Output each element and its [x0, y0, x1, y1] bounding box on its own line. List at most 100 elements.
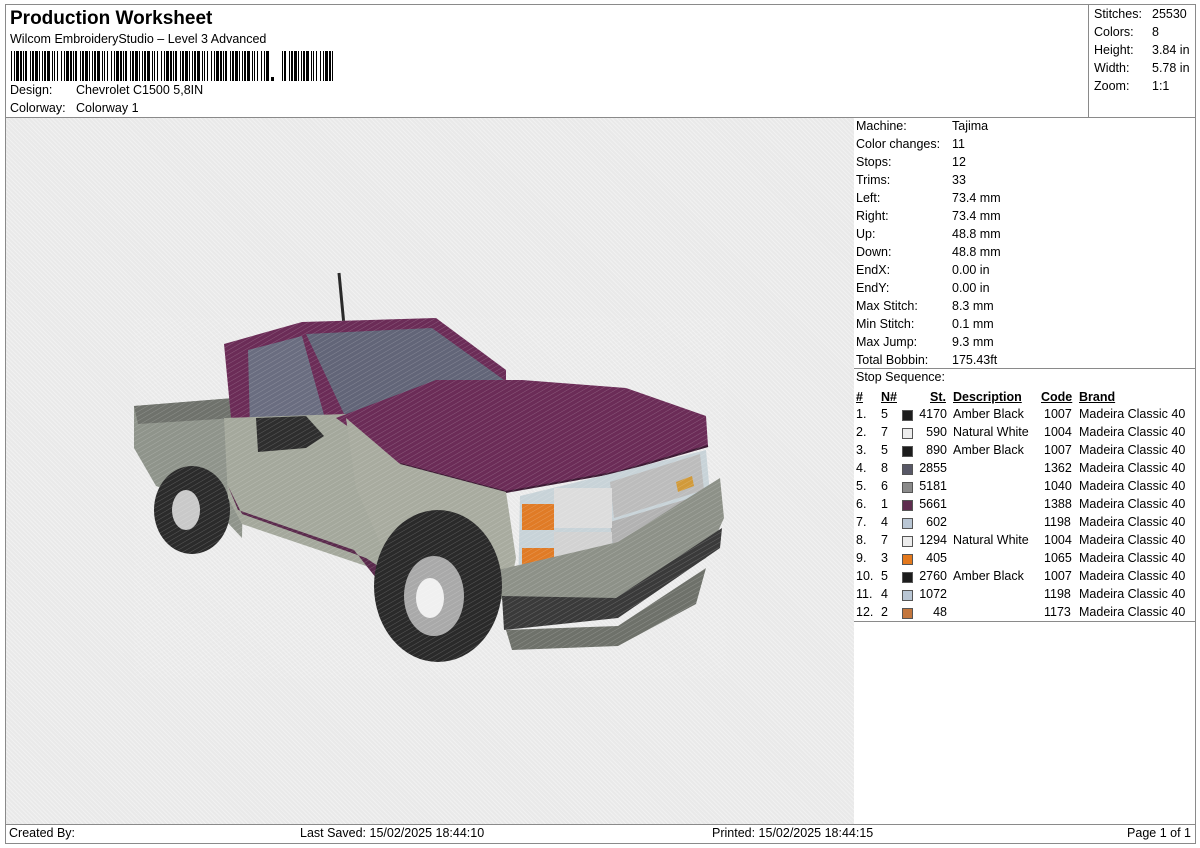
stitch-count: 590 — [926, 425, 947, 439]
info-label: Left: — [856, 191, 881, 205]
info-label: Machine: — [856, 119, 907, 133]
thread-description: Natural White — [953, 533, 1029, 547]
barcode-bar — [291, 51, 293, 81]
stop-number: 7. — [856, 515, 867, 529]
stop-number: 11. — [856, 587, 873, 601]
stop-sequence-row: 3. 5 890 Amber Black 1007 Madeira Classic 40 — [854, 443, 1195, 461]
barcode-bar — [142, 51, 143, 81]
thread-color-swatch — [902, 464, 913, 475]
thread-color-swatch — [902, 410, 913, 421]
barcode-bar — [116, 51, 119, 81]
barcode-bar — [303, 51, 305, 81]
col-header-num: # — [856, 390, 863, 404]
barcode-bar — [161, 51, 162, 81]
info-label: Right: — [856, 209, 889, 223]
barcode-bar — [70, 51, 72, 81]
barcode-bar — [14, 51, 15, 81]
needle-number: 3 — [881, 551, 888, 565]
thread-color-swatch — [902, 500, 913, 511]
machine-info-row: Up: 48.8 mm — [856, 227, 1001, 245]
thread-brand: Madeira Classic 40 — [1079, 605, 1186, 619]
barcode-bar — [232, 51, 234, 81]
info-value: 48.8 mm — [952, 227, 1001, 241]
barcode-bar — [239, 51, 240, 81]
col-header-description: Description — [953, 390, 1022, 404]
needle-number: 8 — [881, 461, 888, 475]
thread-code: 1388 — [1044, 497, 1072, 511]
barcode-bar — [114, 51, 115, 81]
barcode-bar — [32, 51, 34, 81]
stop-sequence-row: 4. 8 2855 1362 Madeira Classic 40 — [854, 461, 1195, 479]
barcode-bar — [16, 51, 19, 81]
barcode-bar — [92, 51, 93, 81]
barcode-bar — [39, 51, 40, 81]
barcode-bar — [57, 51, 58, 81]
barcode-bar — [320, 51, 321, 81]
thread-color-swatch — [902, 482, 913, 493]
barcode-bar — [85, 51, 88, 81]
info-label: Trims: — [856, 173, 891, 187]
software-name: Wilcom EmbroideryStudio – Level 3 Advanc… — [10, 32, 267, 46]
thread-color-swatch — [902, 518, 913, 529]
barcode-bar — [266, 51, 269, 81]
barcode-bar — [125, 51, 127, 81]
stop-number: 12. — [856, 605, 874, 619]
barcode-bar — [257, 51, 258, 81]
colors-value: 8 — [1152, 25, 1159, 39]
thread-color-swatch — [902, 572, 913, 583]
needle-number: 5 — [881, 569, 888, 583]
truck-embroidery-image — [134, 272, 726, 678]
colorway-row: Colorway: Colorway 1 — [10, 101, 139, 115]
barcode-bar — [211, 51, 212, 81]
width-row: Width: 5.78 in — [1094, 61, 1190, 75]
thread-code: 1004 — [1044, 533, 1072, 547]
stitch-count: 890 — [926, 443, 947, 457]
barcode-bar — [329, 51, 331, 81]
barcode-bar — [204, 51, 205, 81]
design-label: Design: — [10, 83, 53, 97]
stop-sequence-title: Stop Sequence: — [856, 370, 945, 384]
barcode-image — [11, 51, 333, 81]
design-summary: Stitches: 25530 Colors: 8 Height: 3.84 in W… — [1089, 4, 1196, 118]
stitches-label: Stitches: — [1094, 7, 1142, 21]
thread-color-swatch — [902, 428, 913, 439]
thread-description: Amber Black — [953, 569, 1024, 583]
barcode-bar — [325, 51, 328, 81]
stop-sequence-row: 2. 7 590 Natural White 1004 Madeira Classic 4… — [854, 425, 1195, 443]
thread-description: Amber Black — [953, 443, 1024, 457]
barcode-bar — [89, 51, 90, 81]
barcode-bar — [254, 51, 255, 81]
barcode-bar — [244, 51, 246, 81]
barcode-bar — [301, 51, 302, 81]
thread-color-swatch — [902, 536, 913, 547]
barcode-bar — [306, 51, 309, 81]
stitch-count: 405 — [926, 551, 947, 565]
thread-color-swatch — [902, 554, 913, 565]
info-value: 73.4 mm — [952, 191, 1001, 205]
info-value: 0.00 in — [952, 281, 990, 295]
worksheet-title: Production Worksheet — [10, 8, 213, 29]
barcode-bar — [173, 51, 174, 81]
thread-brand: Madeira Classic 40 — [1079, 497, 1186, 511]
machine-info-row: Left: 73.4 mm — [856, 191, 1001, 209]
barcode-bar — [102, 51, 103, 81]
thread-brand: Madeira Classic 40 — [1079, 587, 1186, 601]
machine-info-panel: Machine: Tajima Color changes: 11 Stops: 12 Tr… — [854, 118, 1196, 825]
barcode-bar — [170, 51, 172, 81]
barcode-bar — [214, 51, 215, 81]
thread-brand: Madeira Classic 40 — [1079, 515, 1186, 529]
barcode-bar — [30, 51, 31, 81]
info-value: 175.43ft — [952, 353, 998, 367]
barcode-bar — [166, 51, 169, 81]
thread-brand: Madeira Classic 40 — [1079, 551, 1186, 565]
barcode-bar — [107, 51, 108, 81]
machine-info-row: Max Jump: 9.3 mm — [856, 335, 994, 353]
needle-number: 4 — [881, 515, 888, 529]
barcode-bar — [120, 51, 122, 81]
thread-code: 1007 — [1044, 443, 1072, 457]
last-saved: Last Saved: 15/02/2025 18:44:10 — [300, 826, 485, 840]
barcode-bar — [271, 77, 274, 81]
stitch-count: 4170 — [919, 407, 947, 421]
barcode-bar — [298, 51, 299, 81]
info-value: 12 — [952, 155, 966, 169]
